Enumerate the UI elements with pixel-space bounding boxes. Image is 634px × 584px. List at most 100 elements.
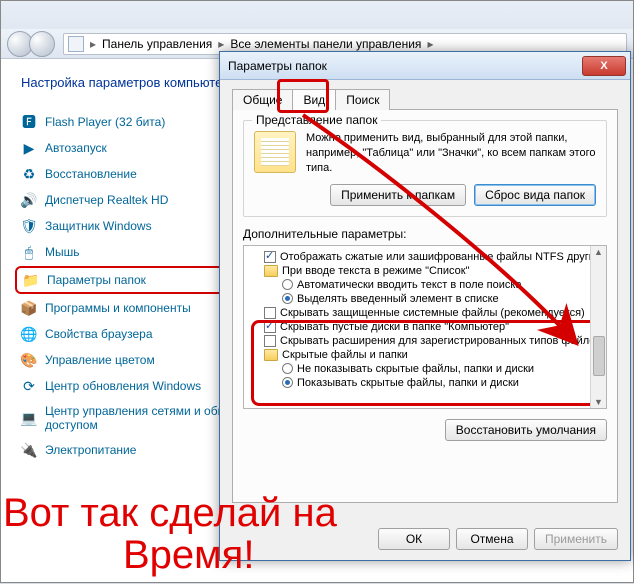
cp-item-label: Свойства браузера [45, 327, 153, 341]
cp-item-label: Диспетчер Realtek HD [45, 193, 168, 207]
cp-item[interactable]: 🖱 Мышь [21, 244, 251, 260]
folder-options-dialog: Параметры папок X Общие Вид Поиск Предст… [219, 51, 631, 561]
control-panel-icon [68, 36, 84, 52]
tree-row-label: Скрывать пустые диски в папке "Компьютер… [280, 321, 509, 333]
tab-search[interactable]: Поиск [335, 89, 390, 110]
tree-row[interactable]: Отображать сжатые или зашифрованные файл… [248, 250, 606, 264]
tree-row-label: Отображать сжатые или зашифрованные файл… [280, 251, 607, 263]
cp-item[interactable]: ♻ Восстановление [21, 166, 251, 182]
advanced-settings-label: Дополнительные параметры: [243, 227, 607, 241]
checkbox[interactable] [264, 307, 276, 319]
cp-item-label: Программы и компоненты [45, 301, 191, 315]
cp-item-icon: 📁 [23, 272, 39, 288]
cp-item-icon: ▶ [21, 140, 37, 156]
cp-item-label: Мышь [45, 245, 80, 259]
tree-row-label: Скрытые файлы и папки [282, 349, 408, 361]
close-icon: X [600, 60, 607, 72]
tree-row-label: Выделять введенный элемент в списке [297, 293, 499, 305]
cp-item-icon: 💻 [21, 410, 37, 426]
tree-row[interactable]: Выделять введенный элемент в списке [248, 292, 606, 306]
apply-button[interactable]: Применить [534, 528, 618, 550]
tab-general[interactable]: Общие [232, 89, 293, 110]
folder-view-icon [254, 131, 296, 173]
cp-item-label: Восстановление [45, 167, 137, 181]
cp-item[interactable]: 📦 Программы и компоненты [21, 300, 251, 316]
checkbox[interactable] [264, 335, 276, 347]
tree-row-label: Показывать скрытые файлы, папки и диски [297, 377, 519, 389]
checkbox[interactable] [264, 321, 276, 333]
dialog-title-text: Параметры папок [228, 59, 327, 73]
tree-row-label: При вводе текста в режиме "Список" [282, 265, 469, 277]
tree-row[interactable]: Скрывать защищенные системные файлы (рек… [248, 306, 606, 320]
scrollbar[interactable]: ▲ ▼ [590, 246, 606, 408]
folder-icon [264, 265, 278, 277]
folder-views-group: Представление папок Можно применить вид,… [243, 120, 607, 217]
cp-item[interactable]: 📁 Параметры папок [23, 272, 249, 288]
chevron-right-icon: ▸ [88, 37, 98, 51]
tree-row-label: Скрывать расширения для зарегистрированн… [280, 335, 601, 347]
breadcrumb-part[interactable]: Все элементы панели управления [230, 37, 421, 51]
cp-item-icon: 🔊 [21, 192, 37, 208]
cp-item-label: Электропитание [45, 443, 136, 457]
scroll-thumb[interactable] [593, 336, 605, 376]
radio[interactable] [282, 293, 293, 304]
tree-row-label: Не показывать скрытые файлы, папки и дис… [297, 363, 534, 375]
tree-row-label: Автоматически вводить текст в поле поиск… [297, 279, 522, 291]
tree-row-label: Скрывать защищенные системные файлы (рек… [280, 307, 585, 319]
cp-item-icon: 🎨 [21, 352, 37, 368]
radio[interactable] [282, 377, 293, 388]
cp-item[interactable]: 🔌 Электропитание [21, 442, 251, 458]
cancel-button[interactable]: Отмена [456, 528, 528, 550]
page-title: Настройка параметров компьютера [21, 75, 251, 90]
window-titlebar [1, 1, 633, 29]
group-legend: Представление папок [252, 113, 381, 127]
restore-defaults-button[interactable]: Восстановить умолчания [445, 419, 607, 441]
cp-item-icon: 🖱 [21, 244, 37, 260]
cp-item[interactable]: ⟳ Центр обновления Windows [21, 378, 251, 394]
cp-item-label: Параметры папок [47, 273, 146, 287]
cp-item[interactable]: 💻Центр управления сетями и общим доступо… [21, 404, 251, 432]
cp-item-label: Центр обновления Windows [45, 379, 201, 393]
cp-item-icon: ♻ [21, 166, 37, 182]
tree-row[interactable]: Автоматически вводить текст в поле поиск… [248, 278, 606, 292]
cp-item-icon: 📦 [21, 300, 37, 316]
tree-row[interactable]: Показывать скрытые файлы, папки и диски [248, 376, 606, 390]
nav-forward-button[interactable] [29, 31, 55, 57]
cp-item[interactable]: 🎨 Управление цветом [21, 352, 251, 368]
scroll-up-icon[interactable]: ▲ [594, 246, 603, 258]
tree-row[interactable]: Скрывать расширения для зарегистрированн… [248, 334, 606, 348]
radio[interactable] [282, 279, 293, 290]
cp-item-label: Защитник Windows [45, 219, 152, 233]
cp-item[interactable]: ▶ Автозапуск [21, 140, 251, 156]
scroll-down-icon[interactable]: ▼ [594, 396, 603, 408]
close-button[interactable]: X [582, 56, 626, 76]
cp-item-icon: 🔌 [21, 442, 37, 458]
breadcrumb-part[interactable]: Панель управления [102, 37, 212, 51]
cp-item[interactable]: 🔊 Диспетчер Realtek HD [21, 192, 251, 208]
reset-folders-button[interactable]: Сброс вида папок [474, 184, 596, 206]
cp-item[interactable]: 🌐 Свойства браузера [21, 326, 251, 342]
tree-row[interactable]: Не показывать скрытые файлы, папки и дис… [248, 362, 606, 376]
cp-item-label: Автозапуск [45, 141, 107, 155]
advanced-settings-tree[interactable]: Отображать сжатые или зашифрованные файл… [243, 245, 607, 409]
ok-button[interactable]: ОК [378, 528, 450, 550]
folder-view-text: Можно применить вид, выбранный для этой … [306, 131, 596, 176]
chevron-right-icon: ▸ [425, 37, 435, 51]
cp-item-icon: 🌐 [21, 326, 37, 342]
apply-to-folders-button[interactable]: Применить к папкам [330, 184, 466, 206]
cp-item[interactable]: 🛡 Защитник Windows [21, 218, 251, 234]
tree-row[interactable]: При вводе текста в режиме "Список" [248, 264, 606, 278]
cp-item-icon: 🛡 [21, 218, 37, 234]
dialog-titlebar[interactable]: Параметры папок X [220, 52, 630, 80]
tree-row[interactable]: Скрытые файлы и папки [248, 348, 606, 362]
chevron-right-icon: ▸ [216, 37, 226, 51]
checkbox[interactable] [264, 251, 276, 263]
cp-item-label: Управление цветом [45, 353, 155, 367]
cp-item-icon: ⟳ [21, 378, 37, 394]
folder-icon [264, 349, 278, 361]
tab-view[interactable]: Вид [292, 89, 336, 110]
tree-row[interactable]: Скрывать пустые диски в папке "Компьютер… [248, 320, 606, 334]
cp-item-icon: 🅵 [21, 114, 37, 130]
cp-item[interactable]: 🅵Flash Player (32 бита) [21, 114, 251, 130]
radio[interactable] [282, 363, 293, 374]
